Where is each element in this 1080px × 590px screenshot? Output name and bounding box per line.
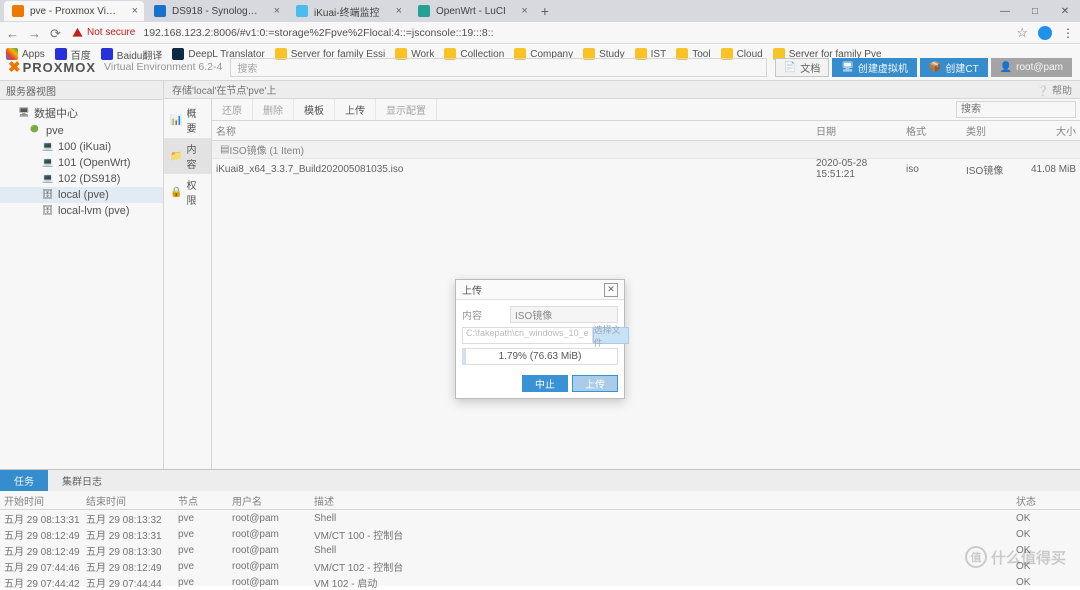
choose-file-button[interactable]: 选择文件 [593,327,629,344]
abort-button[interactable]: 中止 [522,375,568,392]
dialog-title: 上传 [462,282,482,297]
upload-progress: 1.79% (76.63 MiB) [462,348,618,365]
upload-submit-button[interactable]: 上传 [572,375,618,392]
content-type-select[interactable]: ISO镜像 [510,306,618,323]
dialog-close-button[interactable]: ✕ [604,283,618,297]
file-path-input[interactable]: C:\fakepath\cn_windows_10_e [462,327,593,344]
upload-dialog: 上传 ✕ 内容 ISO镜像 C:\fakepath\cn_windows_10_… [455,279,625,399]
watermark: 值什么值得买 [965,546,1066,568]
content-label: 内容 [462,307,506,322]
